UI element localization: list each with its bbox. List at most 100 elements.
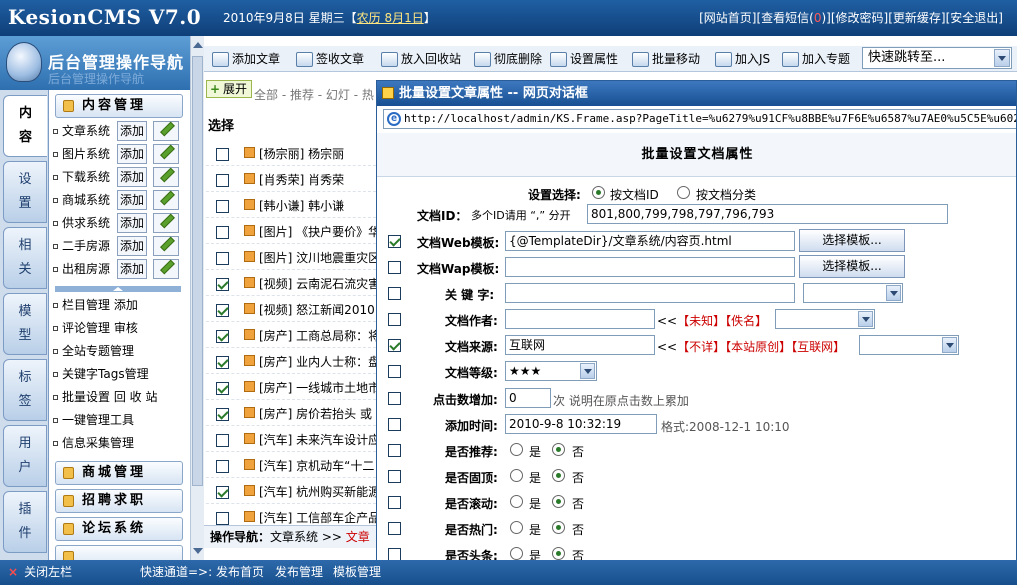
add-topic-button[interactable]: 加入专题 xyxy=(782,50,850,67)
update-cache-link[interactable]: [更新缓存] xyxy=(888,9,945,26)
radio-yes[interactable] xyxy=(510,547,523,560)
boolean-checkbox[interactable] xyxy=(388,444,401,457)
radio-no[interactable] xyxy=(552,521,565,534)
article-title[interactable]: [房产] 一线城市土地市 xyxy=(259,379,376,396)
article-title[interactable]: [房产] 工商总局称：将 xyxy=(259,327,376,344)
list-item[interactable]: [杨宗丽] 杨宗丽 xyxy=(206,140,376,166)
menu-link[interactable]: 一键管理工具 xyxy=(53,409,134,431)
list-item[interactable]: [汽车] 未来汽车设计应 xyxy=(206,426,376,452)
breadcrumb-path[interactable]: 文章系统 >> xyxy=(270,530,346,544)
row-checkbox[interactable] xyxy=(216,278,229,291)
time-checkbox[interactable] xyxy=(388,418,401,431)
add-button[interactable]: 添加 xyxy=(117,259,147,279)
scroll-down-icon[interactable] xyxy=(193,548,203,554)
row-checkbox[interactable] xyxy=(216,382,229,395)
add-button[interactable]: 添加 xyxy=(117,190,147,210)
messages-link[interactable]: [查看短信(0)] xyxy=(756,9,830,26)
row-checkbox[interactable] xyxy=(216,330,229,343)
menu-link[interactable]: 信息采集管理 xyxy=(53,432,134,454)
source-original-link[interactable]: 【本站原创】 xyxy=(725,340,791,354)
tab-users[interactable]: 用户 xyxy=(3,425,47,487)
module-row[interactable]: 供求系统 xyxy=(53,212,110,234)
module-row[interactable]: 图片系统 xyxy=(53,143,110,165)
row-checkbox[interactable] xyxy=(216,200,229,213)
list-item[interactable]: [房产] 房价若抬头 或 xyxy=(206,400,376,426)
module-row[interactable]: 二手房源 xyxy=(53,235,110,257)
section-jobs[interactable]: 招聘求职 xyxy=(55,489,183,513)
list-item[interactable]: [视频] 怒江新闻2010 xyxy=(206,296,376,322)
list-item[interactable]: [汽车] 京机动车“十二 xyxy=(206,452,376,478)
logout-link[interactable]: [安全退出] xyxy=(946,9,1003,26)
list-item[interactable]: [肖秀荣] 肖秀荣 xyxy=(206,166,376,192)
radio-by-class[interactable] xyxy=(677,186,690,199)
menu-link[interactable]: 评论管理 审核 xyxy=(53,317,138,339)
add-button[interactable]: 添加 xyxy=(117,213,147,233)
article-title[interactable]: [图片] 《抉户要价》华 xyxy=(259,223,376,240)
source-internet-link[interactable]: 【互联网】 xyxy=(791,340,845,354)
edit-pencil-icon[interactable] xyxy=(153,190,179,210)
edit-pencil-icon[interactable] xyxy=(153,121,179,141)
add-js-button[interactable]: 加入JS xyxy=(715,50,770,67)
tab-content[interactable]: 内容 xyxy=(3,95,47,157)
row-checkbox[interactable] xyxy=(216,486,229,499)
keyword-select[interactable] xyxy=(803,283,903,303)
article-title[interactable]: [杨宗丽] 杨宗丽 xyxy=(259,145,344,162)
source-checkbox[interactable] xyxy=(388,339,401,352)
article-title[interactable]: [房产] 房价若抬头 或 xyxy=(259,405,372,422)
author-select[interactable] xyxy=(775,309,875,329)
tab-labels[interactable]: 标签 xyxy=(3,359,47,421)
row-checkbox[interactable] xyxy=(216,356,229,369)
dialog-titlebar[interactable]: 批量设置文章属性 -- 网页对话框 xyxy=(377,81,1016,106)
article-title[interactable]: [韩小谦] 韩小谦 xyxy=(259,197,344,214)
list-item[interactable]: [房产] 业内人士称：盘 xyxy=(206,348,376,374)
article-title[interactable]: [图片] 汶川地震重灾区 xyxy=(259,249,376,266)
row-checkbox[interactable] xyxy=(216,512,229,525)
row-checkbox[interactable] xyxy=(216,460,229,473)
level-select[interactable]: ★★★ xyxy=(505,361,597,381)
add-button[interactable]: 添加 xyxy=(117,144,147,164)
author-unknown-link[interactable]: 【未知】 xyxy=(677,314,725,328)
row-checkbox[interactable] xyxy=(216,148,229,161)
edit-pencil-icon[interactable] xyxy=(153,213,179,233)
menu-link[interactable]: 全站专题管理 xyxy=(53,340,134,362)
tab-plugins[interactable]: 插件 xyxy=(3,491,47,553)
add-article-button[interactable]: 添加文章 xyxy=(212,50,280,67)
section-shop[interactable]: 商城管理 xyxy=(55,461,183,485)
recycle-button[interactable]: 放入回收站 xyxy=(381,50,461,67)
article-title[interactable]: [房产] 业内人士称：盘 xyxy=(259,353,376,370)
module-row[interactable]: 出租房源 xyxy=(53,258,110,280)
tab-related[interactable]: 相关 xyxy=(3,227,47,289)
boolean-checkbox[interactable] xyxy=(388,496,401,509)
delete-button[interactable]: 彻底删除 xyxy=(474,50,542,67)
menu-link[interactable]: 栏目管理 添加 xyxy=(53,294,138,316)
row-checkbox[interactable] xyxy=(216,408,229,421)
section-more[interactable] xyxy=(55,545,183,560)
home-link[interactable]: [网站首页] xyxy=(699,9,756,26)
radio-no[interactable] xyxy=(552,443,565,456)
add-button[interactable]: 添加 xyxy=(117,236,147,256)
section-content-management[interactable]: 内容管理 xyxy=(55,94,183,118)
wap-template-input[interactable] xyxy=(505,257,795,277)
row-checkbox[interactable] xyxy=(216,252,229,265)
row-checkbox[interactable] xyxy=(216,174,229,187)
source-input[interactable]: 互联网 xyxy=(505,335,655,355)
edit-pencil-icon[interactable] xyxy=(153,167,179,187)
article-title[interactable]: [肖秀荣] 肖秀荣 xyxy=(259,171,344,188)
level-checkbox[interactable] xyxy=(388,365,401,378)
hits-input[interactable]: 0 xyxy=(505,388,551,408)
radio-yes[interactable] xyxy=(510,495,523,508)
edit-pencil-icon[interactable] xyxy=(153,236,179,256)
radio-no[interactable] xyxy=(552,495,565,508)
scroll-up-icon[interactable] xyxy=(193,42,203,48)
menu-link[interactable]: 关键字Tags管理 xyxy=(53,363,149,385)
keyword-checkbox[interactable] xyxy=(388,287,401,300)
template-manage-link[interactable]: 模板管理 xyxy=(333,560,381,585)
hits-checkbox[interactable] xyxy=(388,392,401,405)
list-item[interactable]: [视频] 云南泥石流灾害 xyxy=(206,270,376,296)
choose-wap-template-button[interactable]: 选择模板... xyxy=(799,255,905,278)
module-row[interactable]: 文章系统 xyxy=(53,120,110,142)
lunar-date-link[interactable]: 农历 8月1日 xyxy=(357,11,424,25)
web-template-checkbox[interactable] xyxy=(388,235,401,248)
author-input[interactable] xyxy=(505,309,655,329)
list-item[interactable]: [图片] 《抉户要价》华 xyxy=(206,218,376,244)
